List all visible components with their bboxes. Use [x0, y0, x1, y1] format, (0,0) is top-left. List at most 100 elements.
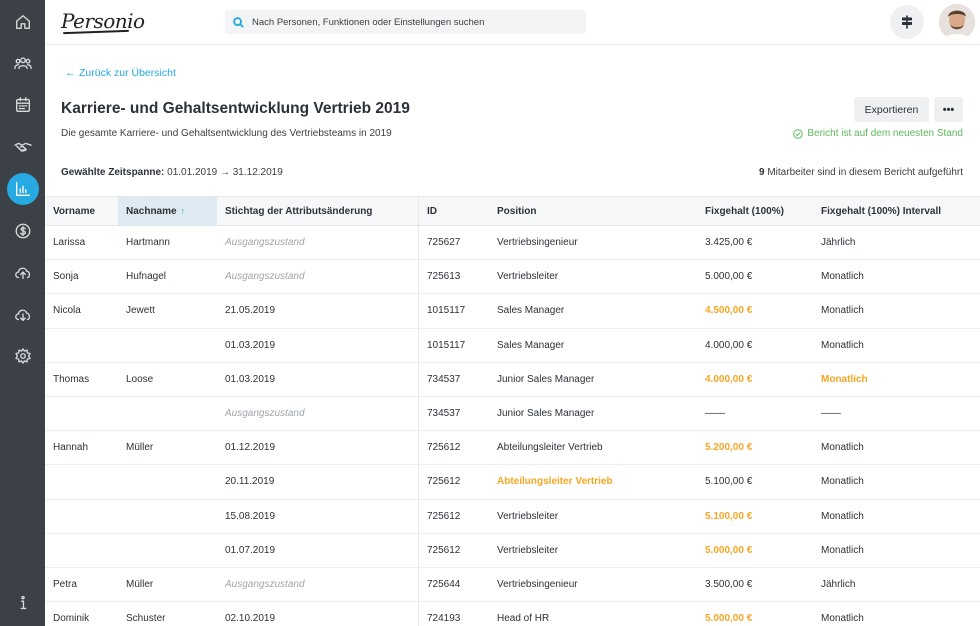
- column-header-position[interactable]: Position: [489, 197, 697, 226]
- cell-position: Vertriebsingenieur: [497, 237, 578, 248]
- cell-fixgehalt: ——: [705, 407, 725, 419]
- column-label: Vorname: [53, 206, 96, 217]
- table-row[interactable]: Sonja Hufnagel Ausgangszustand 725613 Vertri…: [45, 260, 980, 295]
- sidebar-item-home[interactable]: [0, 7, 45, 37]
- column-divider: [418, 196, 419, 626]
- column-header-fixgehalt-intervall[interactable]: Fixgehalt (100%) Intervall: [813, 197, 980, 226]
- cell-vorname: Petra: [53, 578, 77, 590]
- period-info: Gewählte Zeitspanne: 01.01.2019 → 31.12.…: [61, 167, 283, 178]
- column-label: Fixgehalt (100%): [705, 206, 784, 217]
- cell-id: 1015117: [427, 305, 466, 317]
- table-row[interactable]: Dominik Schuster 02.10.2019 724193 Head of H…: [45, 602, 980, 626]
- cell-fixgehalt: 5.200,00 €: [705, 442, 753, 454]
- cell-intervall: Monatlich: [821, 613, 864, 625]
- table-row[interactable]: 01.07.2019 725612 Vertriebsleiter 5.000,00 …: [45, 534, 980, 568]
- sidebar-item-calendar[interactable]: [0, 90, 45, 120]
- table-row[interactable]: Hannah Müller 01.12.2019 725612 Abteilungsle…: [45, 431, 980, 466]
- table-row[interactable]: Thomas Loose 01.03.2019 734537 Junior Sales …: [45, 363, 980, 397]
- cell-nachname: Jewett: [126, 305, 155, 317]
- column-header-fixgehalt[interactable]: Fixgehalt (100%): [697, 197, 813, 226]
- signpost-button[interactable]: [890, 5, 924, 39]
- table-row[interactable]: Ausgangszustand 734537 Junior Sales Manage…: [45, 397, 980, 432]
- table-header: Vorname Nachname ↑ Stichtag der Attributs…: [45, 196, 980, 226]
- cell-stichtag: 01.07.2019: [225, 544, 276, 556]
- cell-stichtag: Ausgangszustand: [225, 237, 305, 248]
- sidebar-item-upload[interactable]: [0, 258, 45, 288]
- status-text: Bericht ist auf dem neuesten Stand: [807, 128, 963, 139]
- cell-nachname: [118, 397, 217, 431]
- table-row[interactable]: 15.08.2019 725612 Vertriebsleiter 5.100,00 …: [45, 500, 980, 534]
- home-icon: [15, 15, 30, 29]
- reports-icon: [15, 182, 30, 196]
- table-row[interactable]: 01.03.2019 1015117 Sales Manager 4.000,00 €…: [45, 329, 980, 363]
- cell-fixgehalt: 4.000,00 €: [705, 339, 753, 351]
- cell-fixgehalt: 4.500,00 €: [705, 305, 753, 317]
- page-title: Karriere- und Gehaltsentwicklung Vertrie…: [61, 100, 410, 117]
- cell-position: Vertriebsleiter: [497, 510, 559, 522]
- report-table: Vorname Nachname ↑ Stichtag der Attributs…: [45, 196, 980, 626]
- sidebar-item-reports[interactable]: [0, 173, 45, 205]
- cell-intervall: Monatlich: [821, 271, 864, 283]
- cell-stichtag: 02.10.2019: [225, 613, 276, 625]
- cell-intervall: ——: [821, 407, 841, 419]
- sidebar-item-people[interactable]: [0, 48, 45, 78]
- cell-nachname: [118, 534, 217, 568]
- cell-vorname: [45, 534, 118, 568]
- cell-nachname: Loose: [126, 373, 154, 385]
- cell-vorname: Larissa: [53, 237, 86, 248]
- cell-position: Junior Sales Manager: [497, 373, 595, 385]
- sidebar-item-payroll[interactable]: [0, 216, 45, 246]
- back-link[interactable]: ← Zurück zur Übersicht: [65, 67, 176, 79]
- signpost-icon: [902, 15, 912, 29]
- employee-count: 9 Mitarbeiter sind in diesem Bericht auf…: [759, 167, 963, 178]
- global-search[interactable]: [225, 10, 586, 34]
- cell-id: 725612: [427, 442, 461, 454]
- cell-position: Sales Manager: [497, 339, 565, 351]
- cell-id: 725613: [427, 271, 461, 283]
- cell-id: 725612: [427, 544, 461, 556]
- cell-intervall: Monatlich: [821, 373, 868, 385]
- cell-intervall: Monatlich: [821, 476, 864, 488]
- cell-fixgehalt: 5.100,00 €: [705, 476, 753, 488]
- search-input[interactable]: [252, 16, 572, 28]
- column-header-stichtag[interactable]: Stichtag der Attributsänderung: [217, 197, 418, 226]
- sidebar-item-recruiting[interactable]: [0, 132, 45, 162]
- column-label: ID: [427, 206, 437, 217]
- table-row[interactable]: Larissa Hartmann Ausgangszustand 725627 Vert…: [45, 226, 980, 261]
- period-value: 01.01.2019 → 31.12.2019: [167, 167, 283, 178]
- cell-vorname: [45, 397, 118, 431]
- personio-logo[interactable]: Personio: [61, 9, 145, 33]
- handshake-icon: [13, 142, 32, 152]
- cell-id: 725644: [427, 578, 461, 590]
- search-icon: [233, 16, 244, 28]
- column-header-nachname[interactable]: Nachname ↑: [118, 197, 217, 226]
- column-header-id[interactable]: ID: [419, 197, 489, 226]
- cell-stichtag: 21.05.2019: [225, 305, 276, 317]
- cell-nachname: Müller: [126, 578, 154, 590]
- avatar-image: [939, 4, 975, 40]
- column-header-vorname[interactable]: Vorname: [45, 197, 118, 226]
- cell-vorname: Nicola: [53, 305, 81, 317]
- sidebar-item-settings[interactable]: [0, 341, 45, 371]
- cell-id: 725612: [427, 476, 461, 488]
- settings-icon: [14, 348, 31, 364]
- export-button[interactable]: Exportieren: [854, 97, 929, 122]
- cell-position: Vertriebsingenieur: [497, 578, 578, 590]
- info-icon: [20, 595, 26, 610]
- table-row[interactable]: Nicola Jewett 21.05.2019 1015117 Sales Manag…: [45, 294, 980, 329]
- cell-fixgehalt: 4.000,00 €: [705, 373, 753, 385]
- table-row[interactable]: Petra Müller Ausgangszustand 725644 Vertrieb…: [45, 568, 980, 603]
- sidebar-item-download[interactable]: [0, 300, 45, 330]
- more-options-button[interactable]: •••: [934, 97, 963, 122]
- cell-intervall: Monatlich: [821, 339, 864, 351]
- user-avatar[interactable]: [939, 4, 975, 40]
- cell-id: 1015117: [427, 339, 466, 351]
- table-row[interactable]: 20.11.2019 725612 Abteilungsleiter Vertrie…: [45, 465, 980, 500]
- payroll-icon: [15, 223, 30, 239]
- cell-id: 734537: [427, 407, 461, 419]
- sidebar-item-info[interactable]: [0, 588, 45, 618]
- cell-id: 725627: [427, 237, 461, 248]
- cell-fixgehalt: 5.100,00 €: [705, 510, 753, 522]
- column-label: Nachname: [126, 206, 177, 217]
- cell-nachname: Müller: [126, 442, 154, 454]
